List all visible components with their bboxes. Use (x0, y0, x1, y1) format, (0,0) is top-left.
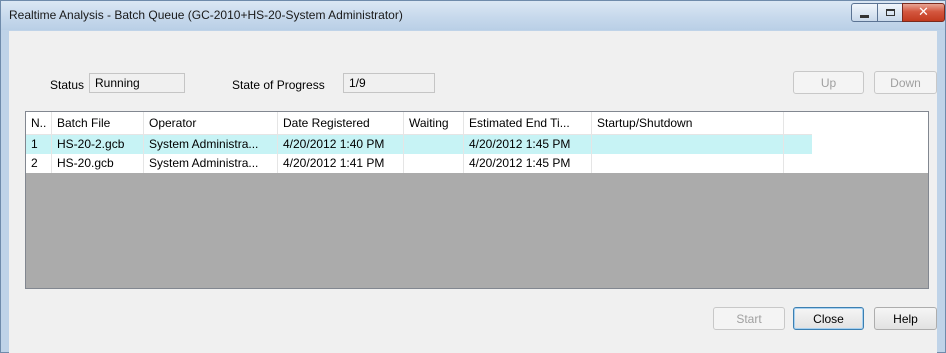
cell-operator: System Administra... (144, 135, 278, 154)
cell-waiting (404, 154, 464, 173)
title-bar[interactable]: Realtime Analysis - Batch Queue (GC-2010… (1, 1, 945, 30)
table-header: N.. Batch File Operator Date Registered … (26, 112, 812, 135)
cell-estimated-end-time: 4/20/2012 1:45 PM (464, 135, 592, 154)
close-button[interactable]: Close (793, 307, 864, 330)
column-header-batch-file[interactable]: Batch File (52, 112, 144, 134)
start-button[interactable]: Start (713, 307, 785, 330)
minimize-icon (860, 14, 869, 18)
column-header-startup-shutdown[interactable]: Startup/Shutdown (592, 112, 784, 134)
progress-value: 1/9 (349, 76, 366, 90)
cell-waiting (404, 135, 464, 154)
cell-date-registered: 4/20/2012 1:40 PM (278, 135, 404, 154)
column-header-estimated-end-time[interactable]: Estimated End Ti... (464, 112, 592, 134)
status-value: Running (95, 76, 140, 90)
status-field: Running (89, 73, 185, 93)
cell-batch-file: HS-20.gcb (52, 154, 144, 173)
maximize-icon (885, 9, 895, 16)
up-button[interactable]: Up (793, 71, 864, 94)
progress-label: State of Progress (232, 78, 325, 92)
progress-field: 1/9 (343, 73, 435, 93)
cell-startup-shutdown (592, 154, 784, 173)
cell-number: 2 (26, 154, 52, 173)
cell-number: 1 (26, 135, 52, 154)
batch-queue-window: Realtime Analysis - Batch Queue (GC-2010… (0, 0, 946, 353)
table-body: N.. Batch File Operator Date Registered … (26, 112, 812, 173)
status-label: Status (50, 78, 85, 92)
cell-operator: System Administra... (144, 154, 278, 173)
cell-estimated-end-time: 4/20/2012 1:45 PM (464, 154, 592, 173)
column-header-date-registered[interactable]: Date Registered (278, 112, 404, 134)
column-header-number[interactable]: N.. (26, 112, 52, 134)
column-header-waiting[interactable]: Waiting (404, 112, 464, 134)
cell-batch-file: HS-20-2.gcb (52, 135, 144, 154)
table-empty-area (812, 112, 928, 173)
close-window-button[interactable]: ✕ (902, 3, 945, 22)
cell-date-registered: 4/20/2012 1:41 PM (278, 154, 404, 173)
maximize-button[interactable] (877, 3, 903, 22)
table-row[interactable]: 2 HS-20.gcb System Administra... 4/20/20… (26, 154, 812, 173)
down-button[interactable]: Down (874, 71, 937, 94)
column-header-operator[interactable]: Operator (144, 112, 278, 134)
close-icon: ✕ (918, 5, 929, 20)
batch-queue-table[interactable]: N.. Batch File Operator Date Registered … (25, 111, 929, 289)
table-empty-area (26, 173, 928, 288)
help-button[interactable]: Help (874, 307, 937, 330)
minimize-button[interactable] (851, 3, 878, 22)
cell-startup-shutdown (592, 135, 784, 154)
table-row[interactable]: 1 HS-20-2.gcb System Administra... 4/20/… (26, 135, 812, 154)
window-title: Realtime Analysis - Batch Queue (GC-2010… (9, 8, 403, 22)
